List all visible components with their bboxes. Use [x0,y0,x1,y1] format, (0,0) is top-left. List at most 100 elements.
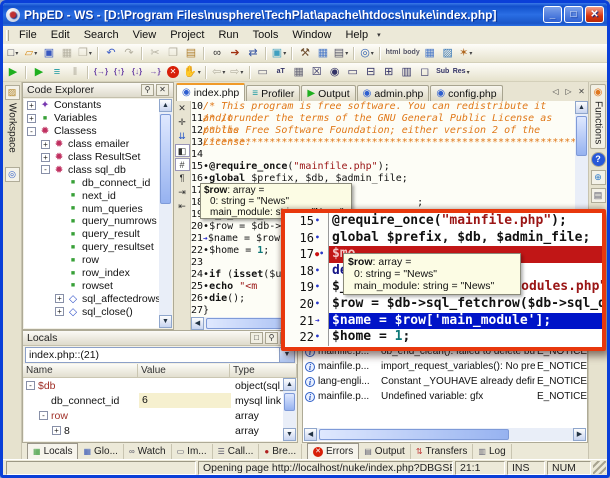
expand-icon[interactable]: + [41,153,50,162]
toolbar-grip[interactable] [6,30,9,41]
panel-tab-im-[interactable]: ▭Im... [172,444,213,459]
line-gutter[interactable]: 14 [191,149,203,161]
expand-icon[interactable]: + [27,101,36,110]
insert-image-button[interactable]: ▨ [439,45,457,62]
menu-project[interactable]: Project [163,28,211,42]
profiler-button[interactable]: ≡ [48,64,66,81]
line-gutter[interactable]: 22• [285,329,329,346]
close-icon[interactable]: ✕ [156,84,169,96]
collapse-icon[interactable]: - [27,127,36,136]
find-next-button[interactable]: ➔ [226,45,244,62]
indent-icon[interactable]: ⇥ [175,186,190,199]
panel-tab-output[interactable]: ▤Output [359,444,411,459]
scroll-down-icon[interactable]: ▼ [283,428,296,441]
line-gutter[interactable]: 17●• [285,246,329,263]
line-gutter[interactable]: 21➔ [285,313,329,330]
panel-tab-bre-[interactable]: ●Bre... [259,444,302,459]
editor-tab-config-php[interactable]: ◉config.php [430,85,502,101]
run-debugger-button[interactable]: ▶ [30,64,48,81]
scroll-thumb[interactable] [319,429,509,440]
move-tool-icon[interactable]: ✛ [175,116,190,129]
explorer-scrollbar[interactable]: ▲ ▼ [159,99,172,328]
editor-tab-admin-php[interactable]: ◉admin.php [357,85,430,101]
workspace-icon[interactable]: ▨ [5,85,20,100]
column-header-name[interactable]: Name [23,364,138,377]
cut-button[interactable]: ✂ [146,45,164,62]
pin-icon[interactable]: ⚲ [141,84,154,96]
zoom-button[interactable]: ◎▾ [358,45,376,62]
expand-icon[interactable]: + [55,294,64,303]
sync-scroll-icon[interactable]: ⇊ [175,130,190,143]
code-line[interactable]: 20•$row = $db->sql_fetchrow($db->sql_que… [285,296,602,313]
reset-control-button[interactable]: Res▾ [452,64,471,81]
search-files-icon[interactable]: ◎ [5,167,20,182]
code-line[interactable]: 15•@require_once("mainfile.php"); [191,161,575,173]
copy-button[interactable]: ❐ [164,45,182,62]
line-gutter[interactable]: 20• [191,221,209,233]
line-gutter[interactable]: 25• [191,281,209,293]
new-file-button[interactable]: □▾ [4,45,22,62]
tree-item[interactable]: ■num_queries [24,202,159,215]
variable-row[interactable]: db_connect_id6mysql link [24,393,283,408]
code-line[interactable]: 12/* the Free Software Foundation; eithe… [191,125,575,137]
column-header-value[interactable]: Value [138,364,230,377]
line-gutter[interactable]: 10 [191,101,203,113]
line-gutter[interactable]: 24• [191,269,209,281]
menu-edit[interactable]: Edit [44,28,77,42]
resize-grip[interactable] [593,461,606,474]
input-control-button[interactable]: ▭ [344,64,362,81]
tree-item[interactable]: -✹class sql_db [24,163,159,176]
tree-item[interactable]: +◇sql_affectedrows() [24,292,159,305]
paragraph-marks-icon[interactable]: ¶ [175,172,190,185]
insert-table-button[interactable]: ▦ [421,45,439,62]
scope-selector[interactable]: index.php::(21) ▼ [25,347,295,363]
project-props-button[interactable]: ▦ [314,45,332,62]
tree-item[interactable]: -✹Classess [24,125,159,138]
minimize-button[interactable]: _ [543,6,562,23]
open-file-button[interactable]: ▱▾ [22,45,40,62]
undo-button[interactable]: ↶ [102,45,120,62]
save-all-button[interactable]: ▦ [58,45,76,62]
outdent-icon[interactable]: ⇤ [175,200,190,213]
tree-item[interactable]: ■row_index [24,267,159,280]
line-gutter[interactable]: 13 [191,137,203,149]
tree-item[interactable]: ■db_connect_id [24,176,159,189]
button-control-button[interactable]: ◻ [416,64,434,81]
redo-button[interactable]: ↷ [120,45,138,62]
tree-item[interactable]: +✦Constants [24,99,159,112]
tree-item[interactable]: ■query_result [24,228,159,241]
line-gutter[interactable]: 15• [285,213,329,230]
code-line[interactable]: 14 [191,149,575,161]
forward-button[interactable]: ⇨▾ [228,64,246,81]
variable-row[interactable]: -rowarray [24,408,283,423]
code-line[interactable]: 16•global $prefix, $db, $admin_file; [285,230,602,247]
menu-window[interactable]: Window [285,28,338,42]
variable-row[interactable]: -$dbobject(sql_db) [24,378,283,393]
error-row[interactable]: ilang-engli...Constant _YOUHAVE already … [303,374,587,389]
step-in-button[interactable]: {→} [92,64,110,81]
line-gutter[interactable]: 18• [285,263,329,280]
workspace-tab[interactable]: Workspace [7,103,18,153]
tab-scroll-left-icon[interactable]: ◁ [549,86,562,99]
combo-control-button[interactable]: ⊟ [362,64,380,81]
error-row[interactable]: imainfile.p...Undefined variable: gfxE_N… [303,389,587,404]
column-header-type[interactable]: Type [230,364,297,377]
editor-tab-index-php[interactable]: ◉index.php [176,83,245,101]
fieldset-control-button[interactable]: ▦ [290,64,308,81]
line-gutter[interactable]: 27 [191,305,203,317]
menu-help[interactable]: Help [338,28,375,42]
step-out-button[interactable]: {↓} [128,64,146,81]
panel-tab-log[interactable]: ▥Log [473,444,511,459]
html-tag-button[interactable]: html [384,45,402,62]
find-button[interactable]: ∞ [208,45,226,62]
line-gutter[interactable]: 12 [191,125,203,137]
tree-item[interactable]: +◇sql_close() [24,305,159,318]
locals-scrollbar[interactable]: ▲ ▼ [283,378,296,441]
menu-file[interactable]: File [12,28,44,42]
code-line[interactable]: 10/* This program is free software. You … [191,101,575,113]
tree-item[interactable]: +✹class ResultSet [24,151,159,164]
back-button[interactable]: ⇦▾ [210,64,228,81]
hand-button[interactable]: ✋▾ [182,64,202,81]
expand-icon[interactable]: + [41,140,50,149]
scroll-thumb[interactable] [160,114,171,204]
